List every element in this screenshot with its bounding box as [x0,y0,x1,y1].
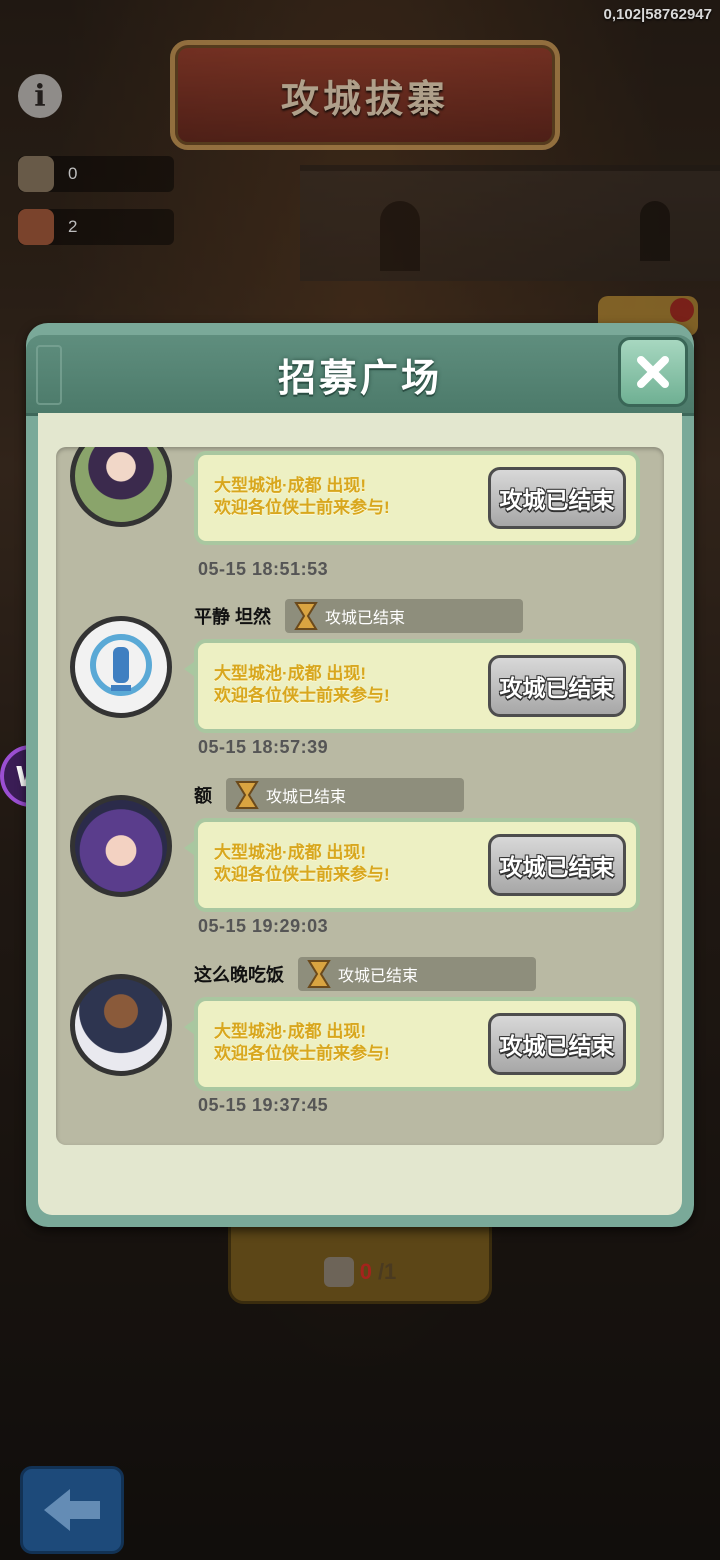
message-text: 大型城池·成都 出现! 欢迎各位侠士前来参与! [214,1022,390,1063]
city-wall [300,165,720,281]
resource-crate-count: 0 [68,164,78,183]
info-button[interactable]: i [18,74,62,118]
hourglass-icon [235,781,259,809]
status-badge: 攻城已结束 [285,599,524,633]
lightbulb-hand-icon [90,634,152,696]
recruit-list[interactable]: 大型城池·成都 出现! 欢迎各位侠士前来参与! 攻城已结束 05-15 18:5… [56,447,664,1145]
modal-body: 大型城池·成都 出现! 欢迎各位侠士前来参与! 攻城已结束 05-15 18:5… [38,413,682,1215]
username: 额 [194,786,212,806]
march-count-total: /1 [377,1259,397,1284]
username: 这么晚吃饭 [194,965,284,985]
back-button[interactable] [20,1466,124,1554]
status-badge: 攻城已结束 [226,778,464,812]
siege-ended-button[interactable]: 攻城已结束 [488,834,626,896]
scroll-icon [18,209,54,245]
status-badge: 攻城已结束 [298,957,536,991]
march-button[interactable]: 0/1 [228,1222,492,1304]
avatar[interactable] [70,616,172,718]
siege-ended-button[interactable]: 攻城已结束 [488,467,626,529]
message-text: 大型城池·成都 出现! 欢迎各位侠士前来参与! [214,843,390,884]
title-banner: 攻城拔寨 [170,40,560,150]
timestamp: 05-15 18:57:39 [198,737,329,757]
list-item: 这么晚吃饭 攻城已结束 大型城池·成都 出现! 欢迎各位侠士前来参与! 攻城已结… [56,957,664,1137]
avatar[interactable] [70,447,172,527]
list-item: 大型城池·成都 出现! 欢迎各位侠士前来参与! 攻城已结束 05-15 18:5… [56,447,664,619]
siege-ended-button[interactable]: 攻城已结束 [488,1013,626,1075]
siege-ended-button[interactable]: 攻城已结束 [488,655,626,717]
resource-scroll-count: 2 [68,217,78,236]
recruit-modal: 招募广场 大型城池·成都 出现! 欢迎各位侠士前来参与! 攻城已结束 05-15… [26,323,694,1227]
list-item: 平静 坦然 攻城已结束 大型城池·成都 出现! 欢迎各位侠士前来参与! 攻城已结… [56,599,664,779]
resource-crate: 0 [18,156,174,192]
modal-header: 招募广场 [26,335,694,416]
list-item: 额 攻城已结束 大型城池·成都 出现! 欢迎各位侠士前来参与! 攻城已结束 05… [56,778,664,958]
banner-title: 攻城拔寨 [280,78,449,121]
message-bubble: 大型城池·成都 出现! 欢迎各位侠士前来参与! 攻城已结束 [184,639,640,733]
timestamp: 05-15 18:51:53 [198,559,329,579]
avatar[interactable] [70,974,172,1076]
modal-title: 招募广场 [277,357,442,400]
timestamp: 05-15 19:37:45 [198,1095,329,1115]
hourglass-icon [294,602,318,630]
message-bubble: 大型城池·成都 出现! 欢迎各位侠士前来参与! 攻城已结束 [184,997,640,1091]
avatar[interactable] [70,795,172,897]
crate-icon [323,1257,354,1287]
message-text: 大型城池·成都 出现! 欢迎各位侠士前来参与! [214,476,390,517]
hourglass-icon [307,960,331,988]
close-icon [637,356,669,388]
resource-scroll: 2 [18,209,174,245]
close-button[interactable] [618,337,688,407]
timestamp: 05-15 19:29:03 [198,916,329,936]
header-ornament-icon [36,345,62,405]
back-arrow-icon [44,1489,100,1531]
message-text: 大型城池·成都 出现! 欢迎各位侠士前来参与! [214,664,390,705]
username: 平静 坦然 [194,607,272,627]
message-bubble: 大型城池·成都 出现! 欢迎各位侠士前来参与! 攻城已结束 [184,818,640,912]
info-icon: i [34,78,46,114]
crate-icon [18,156,54,192]
march-count-current: 0 [359,1259,372,1284]
message-bubble: 大型城池·成都 出现! 欢迎各位侠士前来参与! 攻城已结束 [184,451,640,545]
player-id-readout: 0,102|58762947 [603,6,712,23]
